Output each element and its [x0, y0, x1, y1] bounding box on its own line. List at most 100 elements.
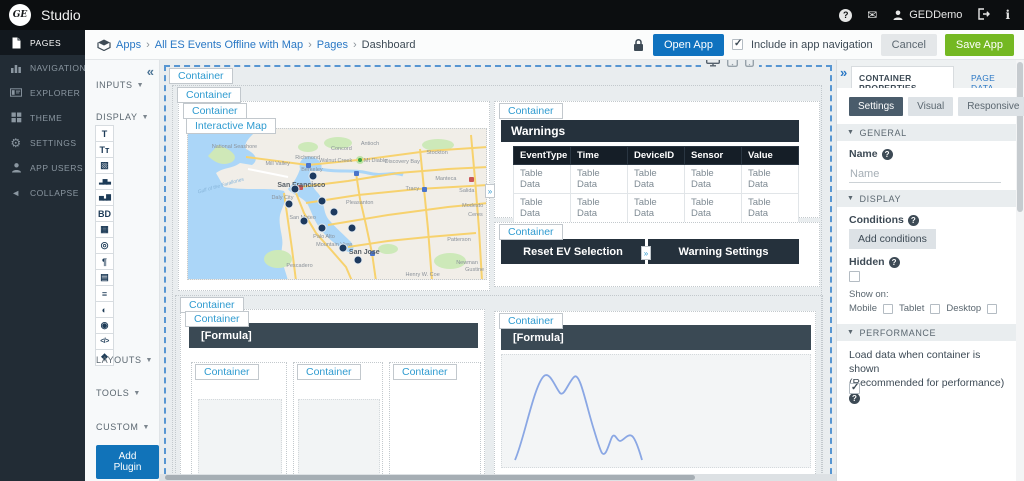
- trend-section-container[interactable]: Container [Formula]: [494, 311, 816, 481]
- container-label-tab[interactable]: Container: [185, 311, 249, 327]
- sidebar-item-app-users[interactable]: APP USERS: [0, 155, 85, 180]
- sidebar-item-explorer[interactable]: EXPLORER: [0, 80, 85, 105]
- big-data-tool-button[interactable]: BD: [95, 205, 114, 222]
- desktop-preview-icon[interactable]: [706, 60, 720, 67]
- info-icon[interactable]: i: [1005, 8, 1010, 22]
- container-label-tab[interactable]: Container: [499, 224, 563, 240]
- container-label-tab[interactable]: Container: [177, 87, 241, 103]
- map-event-marker[interactable]: [300, 216, 309, 225]
- include-in-nav-checkbox[interactable]: [732, 39, 743, 50]
- container-label-tab[interactable]: Container: [499, 313, 563, 329]
- sign-out-icon[interactable]: [977, 8, 990, 23]
- container-label-tab[interactable]: Container: [195, 364, 259, 380]
- breadcrumb-pages[interactable]: Pages: [317, 39, 348, 51]
- responsive-mode-button[interactable]: Responsive: [958, 97, 1024, 116]
- name-input[interactable]: [849, 166, 1001, 183]
- help-icon[interactable]: ?: [882, 149, 893, 160]
- map-event-marker[interactable]: [309, 171, 318, 180]
- sidebar-item-settings[interactable]: ⚙ SETTINGS: [0, 130, 85, 155]
- cancel-button[interactable]: Cancel: [881, 34, 937, 56]
- tablet-preview-icon[interactable]: [727, 60, 738, 67]
- desktop-checkbox[interactable]: [987, 304, 997, 314]
- sidebar-item-pages[interactable]: PAGES: [0, 30, 85, 55]
- add-conditions-button[interactable]: Add conditions: [849, 229, 936, 249]
- gauge-container-1[interactable]: Container 104: [191, 362, 287, 481]
- empty-container[interactable]: Container: [389, 362, 481, 481]
- sidebar-item-theme[interactable]: THEME: [0, 105, 85, 130]
- add-plugin-button[interactable]: Add Plugin: [96, 445, 159, 479]
- column-resize-handle[interactable]: »: [485, 184, 495, 198]
- map-container[interactable]: Container Interactive Map: [178, 101, 490, 291]
- bar-chart-tool-button[interactable]: ▂▆▃: [95, 173, 114, 190]
- paragraph-tool-button[interactable]: ¶: [95, 253, 114, 270]
- section-performance[interactable]: ▼PERFORMANCE: [837, 324, 1016, 341]
- mail-icon[interactable]: ✉: [867, 9, 877, 21]
- reset-ev-selection-button[interactable]: Reset EV Selection: [501, 239, 645, 264]
- breadcrumb-app-name[interactable]: All ES Events Offline with Map: [155, 39, 303, 51]
- help-icon[interactable]: ?: [889, 257, 900, 268]
- phone-preview-icon[interactable]: [745, 60, 754, 67]
- section-general[interactable]: ▼GENERAL: [837, 124, 1016, 141]
- help-icon[interactable]: ?: [908, 215, 919, 226]
- map-event-marker[interactable]: [291, 185, 300, 194]
- radio-tool-button[interactable]: ◉: [95, 317, 114, 334]
- help-icon[interactable]: ?: [839, 9, 852, 22]
- container-label-tab[interactable]: Container: [183, 103, 247, 119]
- container-label-tab[interactable]: Container: [499, 103, 563, 119]
- toggle-tool-button[interactable]: ◐: [95, 301, 114, 318]
- hidden-checkbox[interactable]: [849, 271, 860, 282]
- tablet-checkbox[interactable]: [930, 304, 940, 314]
- image-tool-button[interactable]: ▧: [95, 157, 114, 174]
- load-data-checkbox[interactable]: [849, 383, 860, 394]
- warnings-container[interactable]: Container Warnings EventType Time Device…: [494, 101, 820, 218]
- open-app-button[interactable]: Open App: [653, 34, 724, 56]
- text-tool-button[interactable]: T: [95, 125, 114, 142]
- palette-section-custom[interactable]: CUSTOM▼: [96, 422, 150, 432]
- visual-mode-button[interactable]: Visual: [908, 97, 953, 116]
- settings-mode-button[interactable]: Settings: [849, 97, 903, 116]
- user-menu[interactable]: GEDDemo: [892, 9, 962, 21]
- design-canvas[interactable]: Container Container Container Interactiv…: [160, 60, 836, 481]
- breadcrumb-apps[interactable]: Apps: [116, 39, 141, 51]
- palette-section-inputs[interactable]: INPUTS▼: [96, 80, 144, 90]
- line-chart-widget[interactable]: [501, 354, 811, 468]
- mobile-checkbox[interactable]: [883, 304, 893, 314]
- map-event-marker[interactable]: [353, 255, 362, 264]
- palette-section-display[interactable]: DISPLAY▼: [96, 112, 149, 122]
- map-event-marker[interactable]: [338, 243, 347, 252]
- scrollbar-thumb[interactable]: [1017, 62, 1023, 212]
- container-label-tab[interactable]: Container: [297, 364, 361, 380]
- map-event-marker[interactable]: [285, 200, 294, 209]
- section-display[interactable]: ▼DISPLAY: [837, 190, 1016, 207]
- warning-settings-button[interactable]: Warning Settings: [648, 239, 799, 264]
- interactive-map-label-tab[interactable]: Interactive Map: [186, 118, 276, 134]
- map-tool-button[interactable]: ◎: [95, 237, 114, 254]
- scrollbar-thumb[interactable]: [165, 475, 695, 480]
- interactive-map-canvas[interactable]: National SeashoreGulf of the FarallonesM…: [187, 128, 487, 280]
- column-resize-handle[interactable]: »: [641, 246, 651, 260]
- table-tool-button[interactable]: ▤: [95, 269, 114, 286]
- heading-tool-button[interactable]: Tт: [95, 141, 114, 158]
- save-app-button[interactable]: Save App: [945, 34, 1014, 56]
- container-label-tab[interactable]: Container: [393, 364, 457, 380]
- map-event-marker[interactable]: [318, 197, 327, 206]
- palette-section-tools[interactable]: TOOLS▼: [96, 388, 141, 398]
- buttons-container[interactable]: Container Reset EV Selection Warning Set…: [494, 222, 820, 287]
- map-event-marker[interactable]: [330, 207, 339, 216]
- gauge-widget[interactable]: 104: [298, 399, 380, 481]
- expand-panel-icon[interactable]: »: [840, 65, 847, 80]
- gauges-section-container[interactable]: Container [Formula] Container 104 Contai…: [180, 309, 485, 481]
- sidebar-item-collapse[interactable]: ◄ COLLAPSE: [0, 180, 85, 205]
- list-tool-button[interactable]: ≡: [95, 285, 114, 302]
- map-event-marker[interactable]: [318, 224, 327, 233]
- palette-section-layouts[interactable]: LAYOUTS▼: [96, 355, 153, 365]
- container-label-tab[interactable]: Container: [169, 68, 233, 84]
- gauge-widget[interactable]: 104: [198, 399, 282, 481]
- sidebar-item-navigation[interactable]: NAVIGATION: [0, 55, 85, 80]
- code-tool-button[interactable]: </>: [95, 333, 114, 350]
- panel-vertical-scrollbar[interactable]: [1016, 60, 1024, 481]
- map-event-marker[interactable]: [347, 224, 356, 233]
- canvas-horizontal-scrollbar[interactable]: [160, 474, 836, 481]
- metric-chart-tool-button[interactable]: ▅▂▇: [95, 189, 114, 206]
- card-grid-tool-button[interactable]: ▦: [95, 221, 114, 238]
